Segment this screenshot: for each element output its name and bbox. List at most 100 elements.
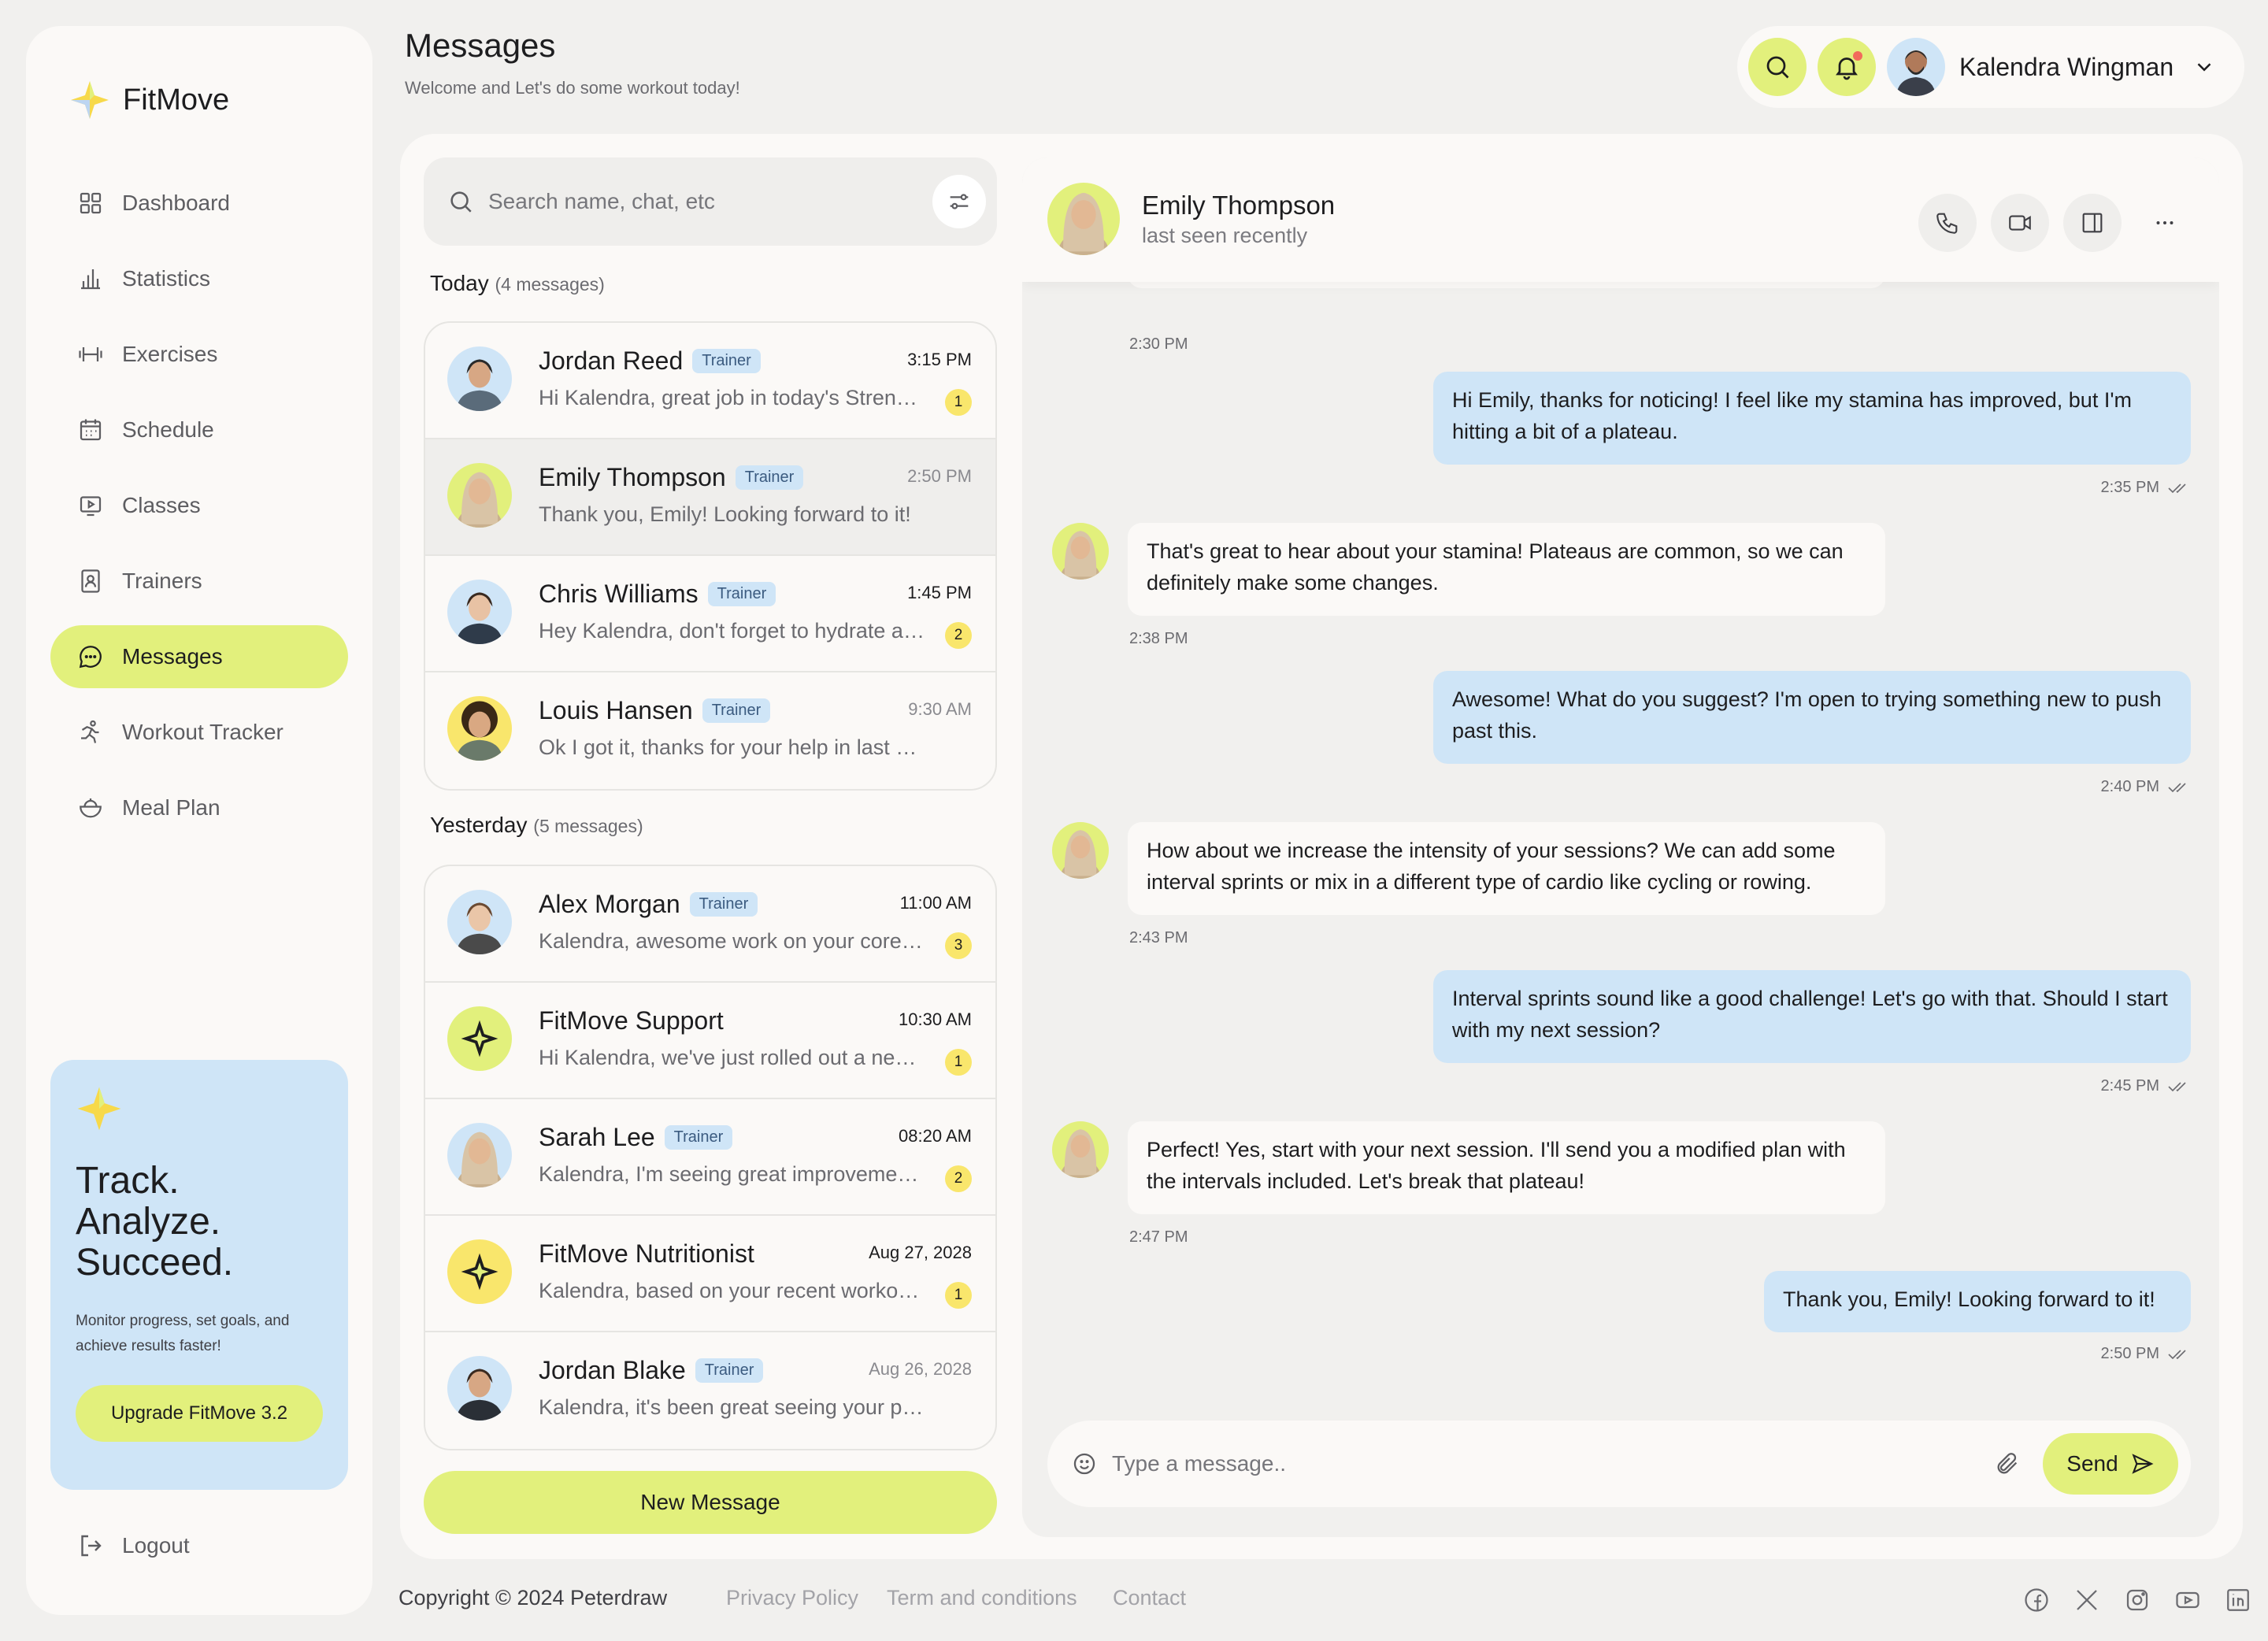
incoming-message[interactable]: Perfect! Yes, start with your next sessi… [1128,1121,1885,1214]
x-icon[interactable] [2073,1586,2101,1614]
contact-name-row: Emily Thompson Trainer [539,463,804,492]
double-check-icon [2168,483,2186,493]
outgoing-message[interactable]: Interval sprints sound like a good chall… [1433,970,2191,1063]
message-timestamp: 2:45 PM [2101,1077,2191,1095]
video-play-icon [80,496,102,517]
notification-dot [1853,51,1862,61]
send-button[interactable]: Send [2043,1433,2178,1495]
linkedin-icon[interactable] [2224,1586,2252,1614]
search-button[interactable] [1748,38,1807,96]
contact-name: Emily Thompson [539,463,726,491]
conversation-item[interactable]: Emily Thompson Trainer 2:50 PM Thank you… [425,439,995,556]
contact-avatar [447,890,512,954]
message-time: 9:30 AM [908,699,972,719]
contact-status: last seen recently [1142,224,1308,247]
role-badge: Trainer [664,1125,733,1150]
contact-name-row: Jordan Reed Trainer [539,346,761,376]
grid-icon [80,192,102,214]
search-icon [450,191,472,213]
message-input[interactable] [1112,1451,1978,1476]
message-timestamp: 2:47 PM [1129,1228,1188,1246]
conversation-item[interactable]: Chris Williams Trainer 1:45 PM Hey Kalen… [425,556,995,672]
sidebar-item-classes[interactable]: Classes [50,474,348,537]
message-timestamp: 2:40 PM [2101,778,2191,796]
message-preview: Hi Kalendra, great job in today's Streng… [539,386,925,409]
terms-link[interactable]: Term and conditions [887,1586,1077,1610]
user-avatar[interactable] [1887,38,1945,96]
search-bar [424,157,997,246]
message-timestamp: 2:50 PM [2101,1345,2191,1363]
conversation-item[interactable]: Jordan Reed Trainer 3:15 PM Hi Kalendra,… [425,323,995,439]
contact-name-row: FitMove Nutritionist [539,1239,754,1269]
user-name[interactable]: Kalendra Wingman [1959,53,2174,82]
privacy-policy-link[interactable]: Privacy Policy [726,1586,858,1610]
sidebar-item-trainers[interactable]: Trainers [50,550,348,613]
chevron-down-icon[interactable] [2192,55,2216,79]
paperclip-icon[interactable] [1994,1450,2021,1477]
message-preview: Kalendra, awesome work on your core work… [539,929,925,953]
contact-name: Louis Hansen [539,696,693,724]
bowl-icon [80,798,102,818]
double-check-icon [2168,1349,2186,1359]
sidebar-item-messages[interactable]: Messages [50,625,348,688]
contact-name: Alex Morgan [539,890,680,918]
notifications-button[interactable] [1818,38,1876,96]
filter-button[interactable] [932,175,986,228]
conversation-item[interactable]: FitMove Support 10:30 AM Hi Kalendra, we… [425,983,995,1099]
chat-window: adjust your routine.2:30 PMHi Emily, tha… [1022,157,2219,1537]
outgoing-message[interactable]: Thank you, Emily! Looking forward to it! [1764,1271,2191,1332]
toggle-sidebar-button[interactable] [2063,194,2122,252]
call-button[interactable] [1918,194,1977,252]
contact-name: FitMove Nutritionist [539,1239,754,1268]
search-input[interactable] [488,189,898,214]
conversation-item[interactable]: FitMove Nutritionist Aug 27, 2028 Kalend… [425,1216,995,1332]
social-links [2022,1586,2252,1614]
logout-button[interactable]: Logout [76,1532,190,1560]
message-time: 08:20 AM [899,1126,972,1146]
double-check-icon [2168,1081,2186,1091]
unread-count-badge: 1 [945,1282,972,1309]
contact-link[interactable]: Contact [1113,1586,1186,1610]
contact-avatar[interactable] [1047,183,1120,255]
video-call-button[interactable] [1991,194,2049,252]
incoming-message[interactable]: That's great to hear about your stamina!… [1128,523,1885,616]
sidebar-item-workout-tracker[interactable]: Workout Tracker [50,701,348,764]
facebook-icon[interactable] [2022,1586,2051,1614]
emoji-icon[interactable] [1071,1450,1098,1477]
chat-header: Emily Thompson last seen recently [1022,157,2219,282]
chat-bubble-icon [79,646,102,669]
outgoing-message[interactable]: Hi Emily, thanks for noticing! I feel li… [1433,372,2191,465]
outgoing-message[interactable]: Awesome! What do you suggest? I'm open t… [1433,671,2191,764]
instagram-icon[interactable] [2123,1586,2151,1614]
contact-name-row: Jordan Blake Trainer [539,1356,764,1385]
sidebar-item-meal-plan[interactable]: Meal Plan [50,776,348,839]
sidebar-item-exercises[interactable]: Exercises [50,323,348,386]
new-message-button[interactable]: New Message [424,1471,997,1534]
message-preview: Kalendra, based on your recent workouts … [539,1279,925,1302]
logout-icon [81,1535,102,1557]
role-badge: Trainer [692,349,761,373]
brand-logo[interactable]: FitMove [68,78,229,122]
conversation-item[interactable]: Alex Morgan Trainer 11:00 AM Kalendra, a… [425,866,995,983]
conversation-item[interactable]: Jordan Blake Trainer Aug 26, 2028 Kalend… [425,1332,995,1449]
sidebar-item-statistics[interactable]: Statistics [50,247,348,310]
conversation-item[interactable]: Louis Hansen Trainer 9:30 AM Ok I got it… [425,672,995,789]
youtube-icon[interactable] [2174,1586,2202,1614]
send-icon [2132,1454,2154,1474]
upgrade-button[interactable]: Upgrade FitMove 3.2 [76,1385,323,1442]
incoming-message[interactable]: How about we increase the intensity of y… [1128,822,1885,915]
sidebar-item-dashboard[interactable]: Dashboard [50,172,348,235]
role-badge: Trainer [689,892,758,917]
more-options-button[interactable] [2136,194,2194,252]
role-badge: Trainer [735,465,804,490]
sidebar-item-label: Schedule [122,417,214,442]
sidebar-item-label: Classes [122,493,201,517]
running-icon [81,720,99,743]
message-timestamp: 2:43 PM [1129,929,1188,946]
unread-count-badge: 1 [945,389,972,416]
message-preview: Thank you, Emily! Looking forward to it! [539,502,911,526]
contact-avatar [447,1123,512,1187]
sidebar-item-schedule[interactable]: Schedule [50,398,348,461]
conversation-item[interactable]: Sarah Lee Trainer 08:20 AM Kalendra, I'm… [425,1099,995,1216]
message-time: 1:45 PM [907,583,972,602]
